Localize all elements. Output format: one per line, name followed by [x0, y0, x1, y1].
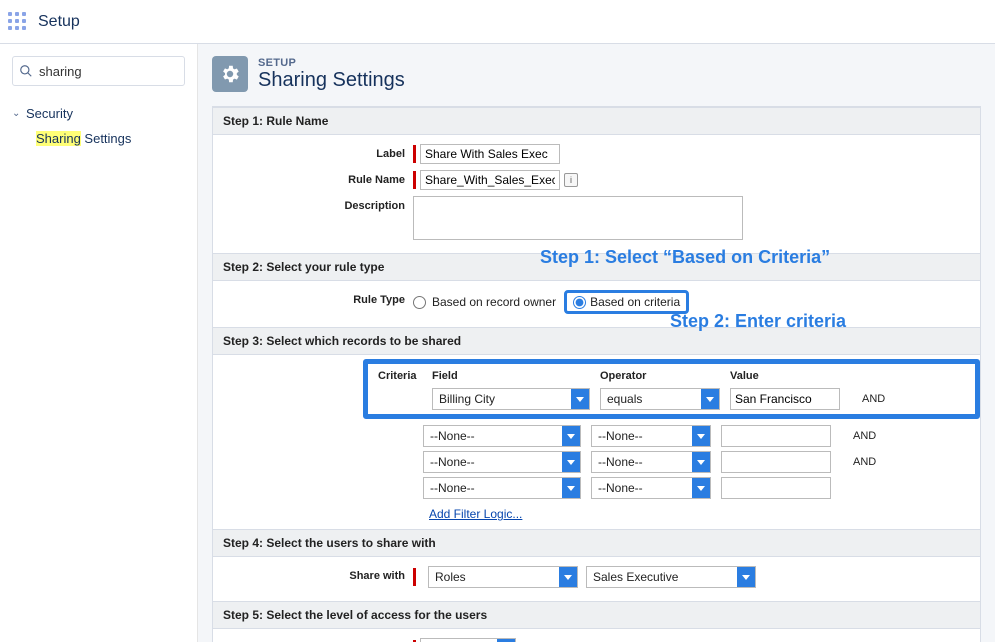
logic-op: AND — [850, 393, 890, 405]
step2-header: Step 2: Select your rule type — [213, 253, 980, 281]
page-eyebrow: SETUP — [258, 57, 405, 69]
sidebar: ⌄ Security Sharing Settings — [0, 44, 198, 642]
value-input[interactable] — [721, 477, 831, 499]
chevron-down-icon: ⌄ — [12, 108, 22, 119]
required-indicator — [413, 145, 416, 163]
sharewith-field-label: Share with — [223, 566, 413, 582]
info-icon[interactable]: i — [564, 173, 578, 187]
rulename-field-label: Rule Name — [223, 170, 413, 186]
criteria-table: Criteria Field Operator Value Billing Ci… — [363, 359, 980, 521]
field-select[interactable]: --None-- — [423, 425, 581, 447]
sidebar-item-label-rest: Settings — [81, 131, 132, 146]
gear-icon — [212, 56, 248, 92]
required-indicator — [413, 568, 416, 586]
field-select[interactable]: --None-- — [423, 477, 581, 499]
operator-select[interactable]: --None-- — [591, 451, 711, 473]
step5-header: Step 5: Select the level of access for t… — [213, 601, 980, 629]
share-role-select[interactable]: Sales Executive — [586, 566, 756, 588]
top-bar: Setup — [0, 0, 995, 44]
logic-op: AND — [841, 456, 881, 468]
radio-criteria[interactable] — [573, 296, 586, 309]
step1-header: Step 1: Rule Name — [213, 107, 980, 135]
criteria-label: Criteria — [372, 370, 432, 382]
ruletype-field-label: Rule Type — [223, 290, 413, 306]
step3-header: Step 3: Select which records to be share… — [213, 327, 980, 355]
logic-op: AND — [841, 430, 881, 442]
col-value: Value — [730, 370, 850, 382]
label-input[interactable] — [420, 144, 560, 164]
operator-select[interactable]: --None-- — [591, 477, 711, 499]
col-operator: Operator — [600, 370, 730, 382]
field-select[interactable]: --None-- — [423, 451, 581, 473]
operator-select[interactable]: --None-- — [591, 425, 711, 447]
sidebar-item-highlight: Sharing — [36, 131, 81, 146]
quick-find-search[interactable] — [12, 56, 185, 86]
page-title: Sharing Settings — [258, 69, 405, 92]
criteria-row: Billing City equals AND — [372, 386, 971, 412]
required-indicator — [413, 171, 416, 189]
value-input[interactable] — [721, 451, 831, 473]
criteria-row: --None-- --None-- — [363, 475, 980, 501]
app-title: Setup — [38, 13, 80, 31]
step4-header: Step 4: Select the users to share with — [213, 529, 980, 557]
search-icon — [19, 64, 33, 78]
sidebar-item-sharing-settings[interactable]: Sharing Settings — [12, 131, 185, 146]
criteria-row: --None-- --None-- AND — [363, 423, 980, 449]
app-launcher-icon[interactable] — [8, 12, 28, 32]
rulename-input[interactable] — [420, 170, 560, 190]
share-group-select[interactable]: Roles — [428, 566, 578, 588]
main-content: SETUP Sharing Settings Step 1: Rule Name… — [198, 44, 995, 642]
description-field-label: Description — [223, 196, 413, 212]
operator-select[interactable]: equals — [600, 388, 720, 410]
description-textarea[interactable] — [413, 196, 743, 240]
sidebar-item-label: Security — [26, 106, 73, 121]
account-access-select[interactable]: Read Only — [420, 638, 516, 642]
label-field-label: Label — [223, 144, 413, 160]
add-filter-logic-link[interactable]: Add Filter Logic... — [429, 507, 522, 521]
page-header: SETUP Sharing Settings — [212, 56, 981, 92]
radio-owner-label: Based on record owner — [432, 295, 556, 309]
highlight-criteria-radio: Based on criteria — [564, 290, 689, 314]
rule-form: Step 1: Rule Name Label Rule Name i — [212, 106, 981, 642]
sidebar-item-security[interactable]: ⌄ Security — [12, 102, 185, 125]
radio-owner[interactable] — [413, 296, 426, 309]
value-input[interactable] — [721, 425, 831, 447]
field-select[interactable]: Billing City — [432, 388, 590, 410]
account-access-label: Default Account and Contract Access — [223, 638, 413, 642]
value-input[interactable] — [730, 388, 840, 410]
search-input[interactable] — [39, 64, 178, 79]
radio-criteria-label: Based on criteria — [590, 295, 680, 309]
criteria-row: --None-- --None-- AND — [363, 449, 980, 475]
col-field: Field — [432, 370, 600, 382]
highlight-criteria-row: Criteria Field Operator Value Billing Ci… — [363, 359, 980, 419]
